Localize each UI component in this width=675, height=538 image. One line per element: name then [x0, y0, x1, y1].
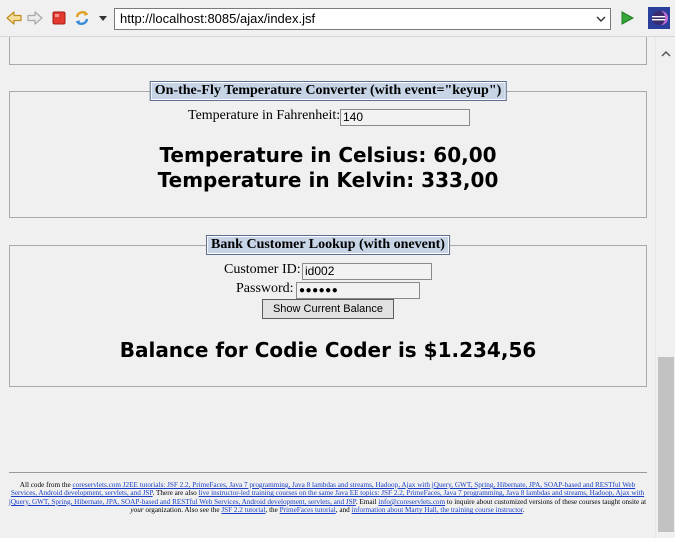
browser-toolbar: http://localhost:8085/ajax/index.jsf [0, 0, 675, 37]
footer-text: All code from the coreservlets.com J2EE … [7, 481, 648, 515]
previous-panel [9, 37, 647, 65]
chevron-up-icon[interactable] [659, 47, 673, 61]
fahrenheit-input[interactable]: 140 [340, 109, 470, 126]
footer-text-1: All code from the [19, 481, 73, 489]
scrollbar-thumb[interactable] [658, 357, 674, 532]
footer-emphasis: your [130, 506, 144, 515]
celsius-result: Temperature in Celsius: 60,00 [159, 143, 497, 167]
jsf-tutorial-link[interactable]: JSF 2.2 tutorial [221, 506, 265, 514]
temperature-panel: On-the-Fly Temperature Converter (with e… [9, 81, 647, 218]
page-viewport: On-the-Fly Temperature Converter (with e… [0, 37, 655, 538]
eclipse-icon[interactable] [648, 7, 670, 29]
show-balance-button[interactable]: Show Current Balance [262, 299, 394, 319]
chevron-down-icon[interactable] [594, 12, 608, 26]
fahrenheit-label: Temperature in Fahrenheit: [188, 108, 341, 123]
email-link[interactable]: info@coreservlets.com [378, 498, 445, 506]
instructor-info-link[interactable]: information about Marty Hall, the traini… [352, 506, 523, 514]
footer-text-7: , and [335, 506, 352, 515]
url-input[interactable]: http://localhost:8085/ajax/index.jsf [114, 8, 611, 30]
footer-divider [9, 472, 647, 473]
back-icon[interactable] [5, 9, 23, 27]
footer-text-2: . There are also [152, 489, 199, 498]
password-input[interactable]: ●●●●●● [296, 282, 420, 299]
footer-text-6: , the [265, 506, 280, 515]
customer-id-label: Customer ID: [224, 262, 301, 277]
dropdown-icon[interactable] [94, 9, 112, 27]
vertical-scrollbar[interactable] [655, 37, 675, 538]
refresh-icon[interactable] [73, 9, 91, 27]
customer-id-input[interactable]: id002 [302, 263, 432, 280]
bank-panel-legend: Bank Customer Lookup (with onevent) [206, 235, 450, 255]
stop-icon[interactable] [50, 9, 68, 27]
primefaces-tutorial-link[interactable]: PrimeFaces tutorial [280, 506, 336, 514]
footer-text-3: . Email [355, 497, 379, 506]
url-text: http://localhost:8085/ajax/index.jsf [120, 11, 316, 26]
go-icon[interactable] [618, 9, 636, 27]
kelvin-result: Temperature in Kelvin: 333,00 [157, 168, 499, 192]
temperature-panel-legend: On-the-Fly Temperature Converter (with e… [149, 81, 507, 101]
balance-result: Balance for Codie Coder is $1.234,56 [119, 338, 537, 362]
password-label: Password: [236, 281, 294, 296]
footer-text-8: . [522, 506, 525, 515]
forward-icon[interactable] [26, 9, 44, 27]
footer-text-4: to inquire about customized versions of … [445, 497, 647, 506]
footer-text-5: organization. Also see the [143, 506, 222, 515]
